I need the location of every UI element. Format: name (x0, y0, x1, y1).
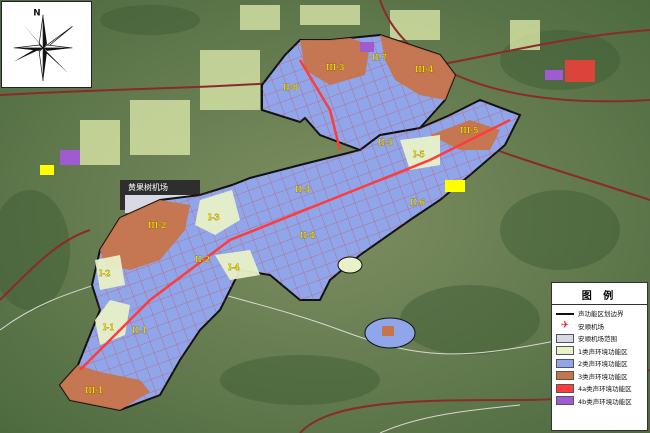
legend-item-class1: 1类声环境功能区 (552, 345, 647, 358)
legend-swatch (556, 383, 574, 393)
legend-item-boundary: 声功能区划边界 (552, 307, 647, 320)
legend-swatch (556, 396, 574, 406)
compass-rose: N (1, 1, 92, 88)
legend-divider (552, 304, 647, 305)
north-label: N (33, 9, 40, 19)
legend-item-label: 安顺机场 (578, 322, 604, 331)
zone-label: II-2 (195, 255, 210, 265)
legend-swatch (556, 371, 574, 381)
zone-label: III-1 (85, 386, 103, 396)
zone-label: II-7 (372, 53, 387, 63)
legend-swatch (556, 358, 574, 368)
legend-item-label: 1类声环境功能区 (578, 347, 628, 356)
zone-label: III-3 (326, 63, 344, 73)
legend-item-label: 2类声环境功能区 (578, 360, 628, 369)
legend-title: 图 例 (581, 291, 618, 302)
zone-label: II-5 (378, 138, 393, 148)
zone-label: II-4 (300, 231, 315, 241)
legend-item-label: 4a类声环境功能区 (578, 385, 632, 394)
zone-label: II-6 (410, 198, 425, 208)
legend-item-label: 声功能区划边界 (578, 310, 624, 319)
zone-label: I-3 (208, 213, 220, 223)
zone-label: III-2 (148, 221, 166, 231)
zone-label: II-1 (132, 326, 147, 336)
zone-label: II-3 (295, 185, 310, 195)
zone-label: II-8 (283, 83, 298, 93)
legend-item-label: 3类声环境功能区 (578, 372, 628, 381)
legend-item-label: 安顺机场范围 (578, 335, 617, 344)
zone-label: I-2 (99, 269, 111, 279)
zone-label: III-5 (460, 126, 478, 136)
map-legend: 图 例 声功能区划边界 ✈ 安顺机场 安顺机场范围 1类声环境功能区 2类声环境… (551, 282, 648, 431)
compass-star-icon (13, 14, 73, 82)
zone-label: I-5 (413, 150, 425, 160)
legend-swatch (556, 333, 574, 343)
zone-label: I-4 (228, 263, 240, 273)
legend-item-class4b: 4b类声环境功能区 (552, 395, 647, 408)
legend-item-airport-range: 安顺机场范围 (552, 332, 647, 345)
zone-label: III-4 (415, 65, 433, 75)
airplane-icon: ✈ (560, 320, 570, 332)
legend-item-class3: 3类声环境功能区 (552, 370, 647, 383)
airport-label: 黄果树机场 (128, 182, 168, 192)
boundary-line-swatch (556, 312, 574, 315)
zone-label: I-1 (103, 323, 115, 333)
legend-item-class2: 2类声环境功能区 (552, 357, 647, 370)
legend-item-airport: ✈ 安顺机场 (552, 320, 647, 333)
legend-item-label: 4b类声环境功能区 (578, 397, 632, 406)
legend-swatch (556, 346, 574, 356)
legend-item-class4a: 4a类声环境功能区 (552, 382, 647, 395)
